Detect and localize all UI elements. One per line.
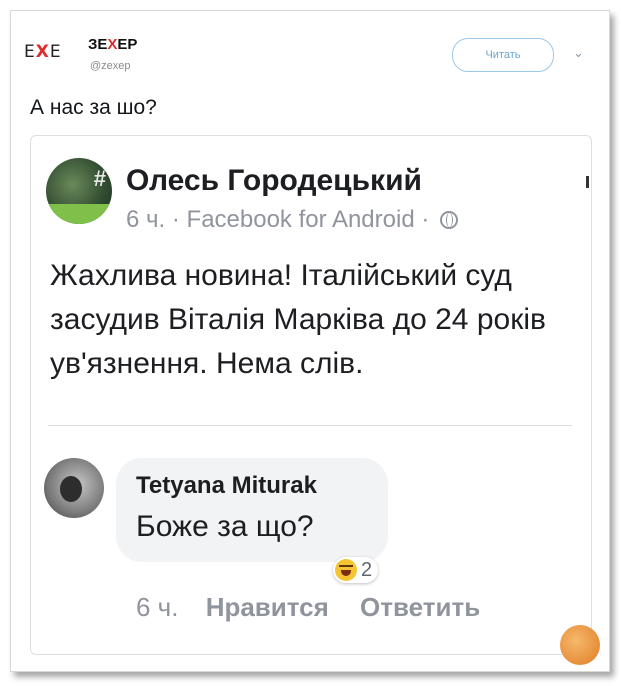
logo: EXE [24,42,62,62]
comment-time[interactable]: 6 ч. [136,592,178,622]
account-handle[interactable]: @zexep [90,60,131,72]
commenter-name[interactable]: Tetyana Miturak [136,472,317,500]
avatar-band [46,204,112,224]
avatar-silhouette [60,476,82,502]
reaction-badge[interactable]: 2 [333,557,379,583]
comment-text: Боже за що? [136,510,314,543]
post-time[interactable]: 6 ч. [126,206,165,233]
tweet-text: А нас за шо? [30,96,157,119]
follow-button[interactable]: Читать [452,38,554,72]
post-body: Жахлива новина! Італійський суд засудив … [50,259,546,380]
like-button[interactable]: Нравится [206,592,329,622]
divider [48,425,572,426]
post-source: Facebook for Android [186,206,415,233]
chevron-down-icon[interactable]: ⌄ [573,45,584,61]
comment-actions: 6 ч. Нравится Ответить [136,592,504,623]
meta-separator: · [171,206,180,233]
post-author-name[interactable]: Олесь Городецький [126,164,422,198]
author-avatar[interactable]: # [46,158,112,224]
meta-separator-2: · [421,206,430,233]
watermark-logo [560,625,600,665]
reaction-count: 2 [361,558,373,581]
more-options-icon[interactable] [586,176,589,188]
post-meta: 6 ч. · Facebook for Android · [126,206,459,234]
reply-button[interactable]: Ответить [360,592,480,622]
haha-reaction-icon [335,559,357,581]
globe-icon [440,211,459,229]
hashtag-icon: # [93,166,106,191]
commenter-avatar[interactable] [44,458,104,518]
account-name[interactable]: ЗЕXЕР [88,36,137,53]
